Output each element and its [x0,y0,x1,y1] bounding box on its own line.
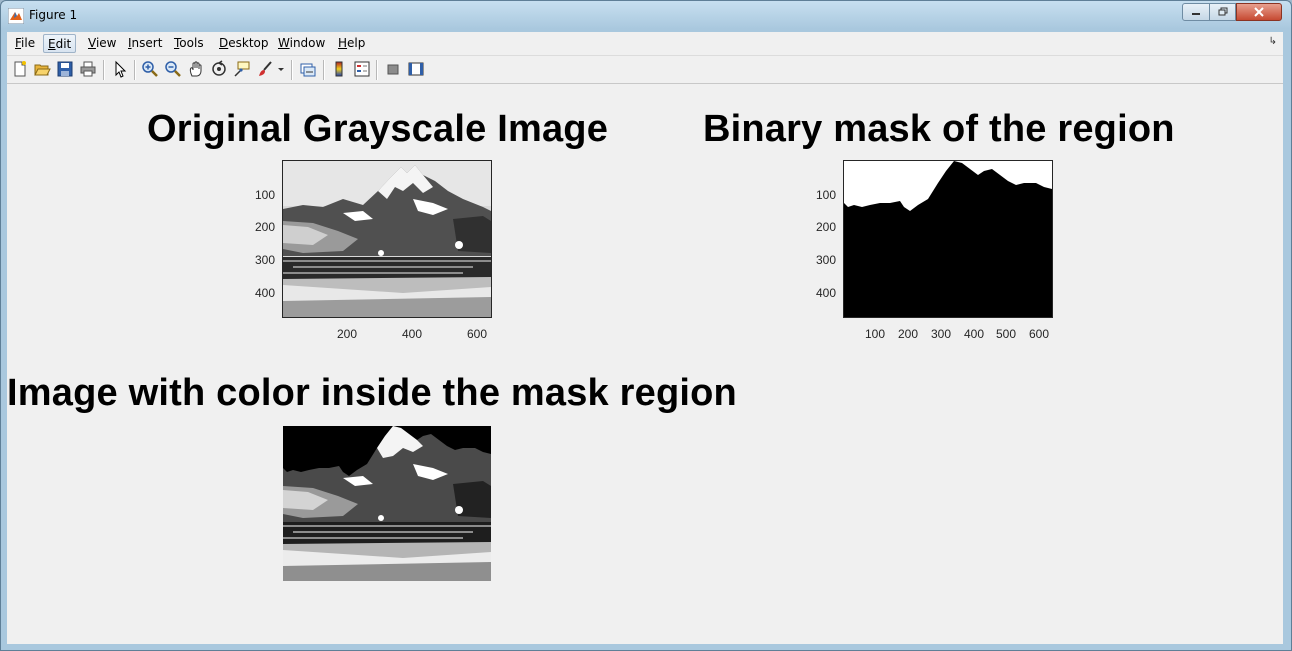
link-plot-icon[interactable] [299,60,317,78]
masked-landscape-image [283,426,491,581]
menu-desktop-mnemonic: D [219,36,229,50]
pan-icon[interactable] [187,60,205,78]
figure-canvas[interactable]: Original Grayscale Image 100 200 300 400… [7,84,1283,644]
menu-tools[interactable]: Tools [170,34,208,53]
y-tick-label: 300 [254,253,275,267]
y-tick-label: 100 [254,188,275,202]
menu-view-mnemonic: V [88,36,96,50]
edit-plot-icon[interactable] [111,60,129,78]
y-tick-label: 300 [815,253,836,267]
restore-icon [1218,7,1227,16]
y-tick-label: 400 [254,286,275,300]
menu-tools-label: ools [179,36,204,50]
menu-window-mnemonic: W [278,36,290,50]
title-bar[interactable]: Figure 1 [1,1,1291,31]
plot-title-colored: Image with color inside the mask region [7,372,737,414]
matlab-icon [8,8,24,24]
show-plot-tools-icon[interactable] [407,60,425,78]
grayscale-landscape-image [283,161,491,317]
menu-desktop[interactable]: Desktop [215,34,273,53]
window-title: Figure 1 [29,8,78,22]
toolbar-separator [376,60,378,80]
brush-icon[interactable] [257,60,275,78]
menu-help-label: elp [347,36,366,50]
menu-view[interactable]: View [84,34,120,53]
colorbar-icon[interactable] [330,60,348,78]
toolbar-separator [291,60,293,80]
close-button[interactable] [1236,3,1282,21]
rotate-3d-icon[interactable] [210,60,228,78]
menu-file-label: ile [21,36,36,50]
toolbar-separator [323,60,325,80]
menu-window-label: indow [289,36,326,50]
figure-window: Figure 1 File Edit View Insert Tools Des… [0,0,1292,651]
y-tick-label: 400 [815,286,836,300]
new-figure-icon[interactable] [11,60,29,78]
axes-original[interactable] [282,160,492,318]
x-tick-label: 200 [336,327,358,341]
legend-icon[interactable] [353,60,371,78]
x-tick-label: 600 [466,327,488,341]
minimize-button[interactable] [1182,3,1210,21]
menu-window[interactable]: Window [274,34,329,53]
menu-edit-mnemonic: E [48,37,56,51]
menu-view-label: iew [95,36,117,50]
axes-colored[interactable] [282,425,492,582]
zoom-in-icon[interactable] [141,60,159,78]
print-icon[interactable] [79,60,97,78]
figure-toolbar [7,56,1283,84]
x-tick-label: 600 [1028,327,1050,341]
save-icon[interactable] [56,60,74,78]
menubar-overflow-icon[interactable]: ↳ [1269,36,1277,47]
menu-file[interactable]: File [11,34,39,53]
minimize-icon [1192,13,1200,15]
menu-edit-label: dit [55,37,72,51]
restore-button[interactable] [1209,3,1236,21]
axes-mask[interactable] [843,160,1053,318]
y-tick-label: 200 [815,220,836,234]
y-tick-label: 200 [254,220,275,234]
plot-title-mask: Binary mask of the region [703,108,1175,150]
toolbar-separator [134,60,136,80]
plot-title-original: Original Grayscale Image [147,108,609,150]
open-file-icon[interactable] [33,60,51,78]
hide-plot-tools-icon[interactable] [384,60,402,78]
data-cursor-icon[interactable] [233,60,251,78]
menu-help-mnemonic: H [338,36,348,50]
y-tick-label: 100 [815,188,836,202]
brush-dropdown-icon[interactable] [277,60,285,78]
menu-help[interactable]: Help [334,34,369,53]
menu-desktop-label: esktop [228,36,269,50]
binary-mask-image [844,161,1052,317]
toolbar-separator [103,60,105,80]
zoom-out-icon[interactable] [164,60,182,78]
menu-bar: File Edit View Insert Tools Desktop Wind… [7,32,1283,56]
menu-edit[interactable]: Edit [43,34,77,53]
x-tick-label: 400 [401,327,423,341]
menu-insert[interactable]: Insert [124,34,166,53]
menu-insert-label: nsert [131,36,163,50]
close-icon [1254,7,1264,17]
